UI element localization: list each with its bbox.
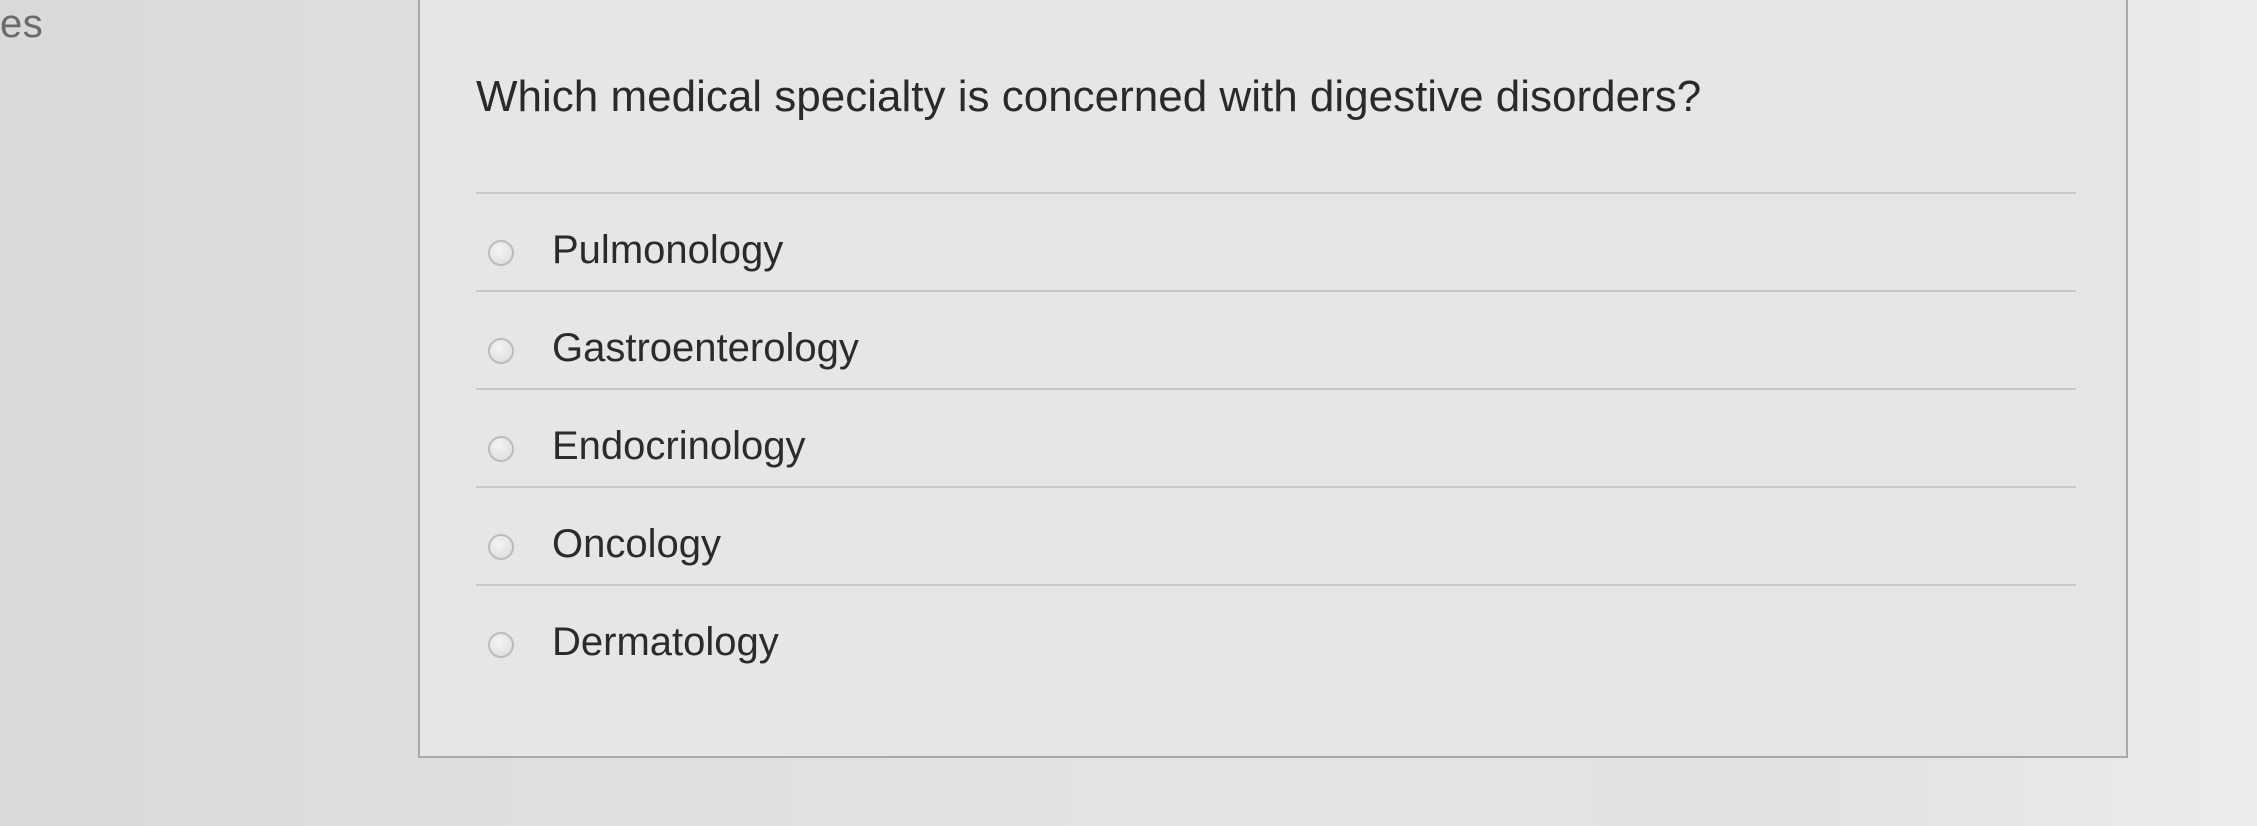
radio-button-icon[interactable]: [488, 534, 514, 560]
question-prompt: Which medical specialty is concerned wit…: [476, 72, 1702, 121]
answer-options-list: Pulmonology Gastroenterology Endocrinolo…: [476, 194, 2076, 684]
answer-option-pulmonology[interactable]: Pulmonology: [476, 194, 2076, 292]
answer-option-endocrinology[interactable]: Endocrinology: [476, 390, 2076, 488]
radio-button-icon[interactable]: [488, 338, 514, 364]
left-edge-text-fragment: es: [0, 2, 44, 46]
answer-option-label[interactable]: Gastroenterology: [552, 326, 859, 371]
answer-option-dermatology[interactable]: Dermatology: [476, 586, 2076, 684]
answer-option-oncology[interactable]: Oncology: [476, 488, 2076, 586]
radio-button-icon[interactable]: [488, 632, 514, 658]
answer-option-gastroenterology[interactable]: Gastroenterology: [476, 292, 2076, 390]
question-card: Which medical specialty is concerned wit…: [418, 0, 2128, 758]
radio-button-icon[interactable]: [488, 240, 514, 266]
radio-button-icon[interactable]: [488, 436, 514, 462]
answer-option-label[interactable]: Endocrinology: [552, 424, 806, 469]
answer-option-label[interactable]: Dermatology: [552, 620, 779, 665]
answer-option-label[interactable]: Pulmonology: [552, 228, 783, 273]
answer-option-label[interactable]: Oncology: [552, 522, 721, 567]
